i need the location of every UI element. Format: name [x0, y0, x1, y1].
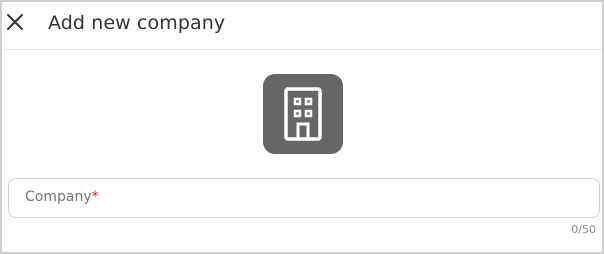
company-field[interactable]: Company*	[8, 178, 600, 218]
company-input[interactable]	[9, 179, 599, 217]
building-icon	[284, 87, 322, 141]
dialog: Add new company Company* 0/50	[0, 0, 604, 254]
close-icon[interactable]	[6, 13, 24, 31]
dialog-header: Add new company	[2, 2, 602, 50]
company-avatar	[263, 74, 343, 154]
character-counter: 0/50	[571, 223, 596, 236]
dialog-title: Add new company	[48, 12, 226, 34]
